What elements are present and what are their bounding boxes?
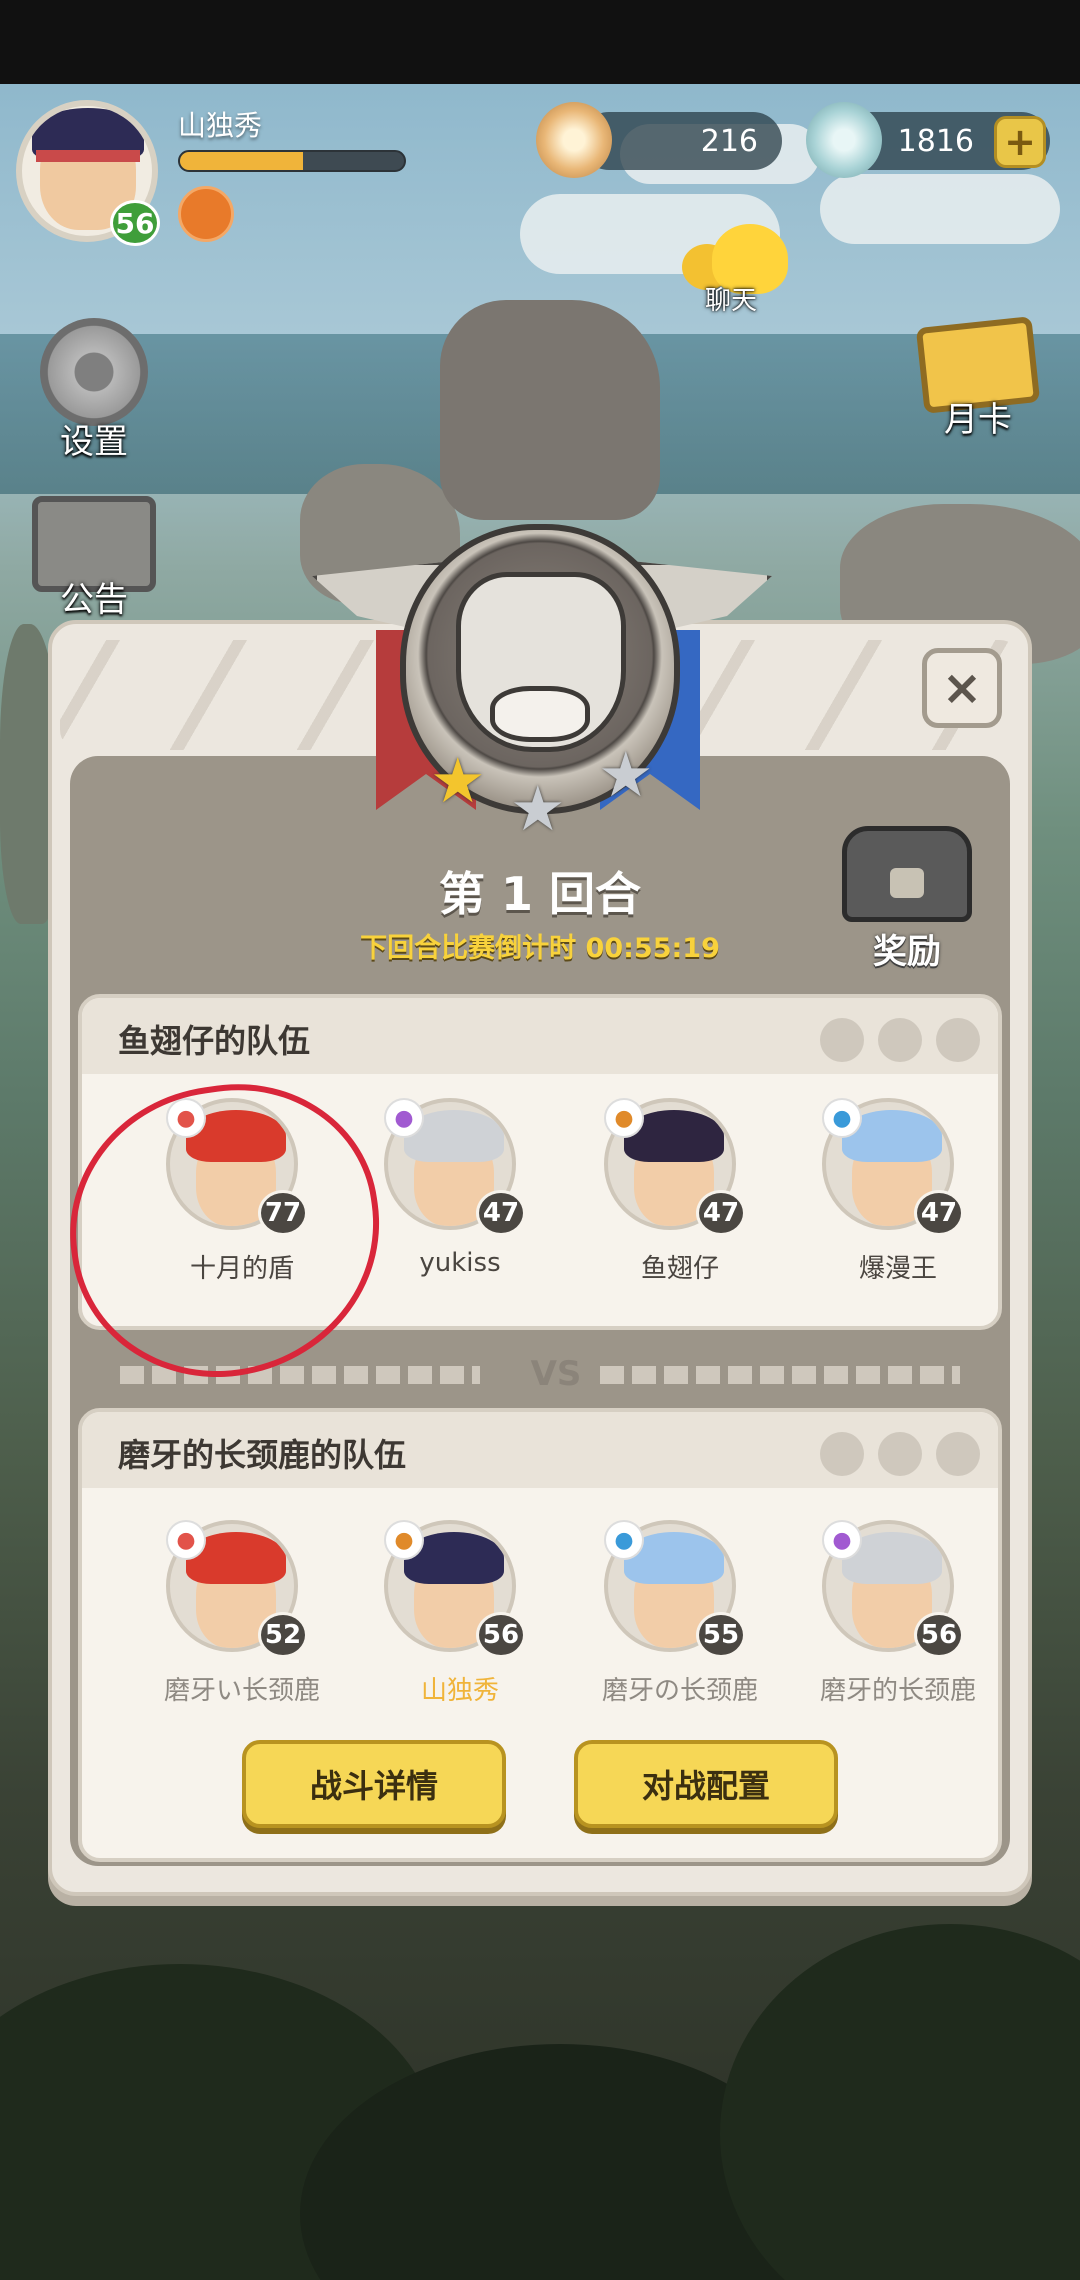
slot-dot [878, 1432, 922, 1476]
slot-dot [936, 1432, 980, 1476]
month-card-label[interactable]: 月卡 [920, 392, 1036, 441]
member-level: 47 [476, 1190, 526, 1236]
battle-details-button[interactable]: 战斗详情 [242, 1740, 506, 1828]
member-name: 爆漫王 [858, 1254, 937, 1284]
rank-icon[interactable] [178, 186, 234, 242]
stone-statue [440, 300, 660, 520]
team-member[interactable]: ● 56 磨牙的长颈鹿 [778, 1520, 978, 1720]
slot-dot [820, 1432, 864, 1476]
team-b-card: 磨牙的长颈鹿的队伍 ● 52 磨牙い长颈鹿 ● 56 山独秀 ● 55 磨牙の长颈鹿 ● 56 磨牙的… [78, 1408, 1002, 1862]
swirl-icon: ● [822, 1520, 862, 1560]
fire-icon: ● [166, 1520, 206, 1560]
status-bar [0, 0, 1080, 84]
reward-label[interactable]: 奖励 [852, 924, 962, 973]
add-gems-button[interactable]: + [994, 116, 1046, 168]
round-title: 第 1 回合 [438, 867, 642, 921]
slot-dot [878, 1018, 922, 1062]
gear-icon[interactable] [40, 318, 148, 426]
star-gold-icon: ★ [430, 744, 486, 817]
slot-dot [820, 1018, 864, 1062]
member-level: 56 [914, 1612, 964, 1658]
shell-icon [536, 102, 612, 178]
close-button[interactable]: × [922, 648, 1002, 728]
gem-icon [806, 102, 882, 178]
chest-lock [890, 868, 924, 898]
team-a-header: 鱼翅仔的队伍 [82, 998, 998, 1074]
team-b-header: 磨牙的长颈鹿的队伍 [82, 1412, 998, 1488]
player-name: 山独秀 [178, 109, 263, 142]
member-name: 山独秀 [420, 1676, 499, 1706]
team-member[interactable]: ● 55 磨牙の长颈鹿 [560, 1520, 760, 1720]
member-name: 磨牙的长颈鹿 [819, 1676, 976, 1706]
member-name: 磨牙い长颈鹿 [163, 1676, 320, 1706]
team-a-title: 鱼翅仔的队伍 [118, 1022, 311, 1060]
chat-label[interactable]: 聊天 [696, 280, 766, 317]
team-member[interactable]: ● 47 爆漫王 [778, 1098, 978, 1298]
player-level-badge: 56 [110, 200, 160, 246]
member-level: 52 [258, 1612, 308, 1658]
wave-icon: ● [604, 1520, 644, 1560]
slot-dot [936, 1018, 980, 1062]
battle-config-button[interactable]: 对战配置 [574, 1740, 838, 1828]
team-member[interactable]: ● 47 鱼翅仔 [560, 1098, 760, 1298]
xp-bar [178, 150, 406, 172]
swirl-icon: ● [384, 1098, 424, 1138]
trident-icon: ● [384, 1520, 424, 1560]
team-b-title: 磨牙的长颈鹿的队伍 [118, 1436, 407, 1474]
boar-snout [490, 686, 590, 742]
sword-icon: ● [604, 1098, 644, 1138]
team-member[interactable]: ● 56 山独秀 [340, 1520, 540, 1720]
star-silver-icon: ★ [510, 772, 566, 845]
shell-count: 216 [700, 123, 758, 159]
star-silver-icon: ★ [598, 738, 654, 811]
next-round-countdown: 下回合比赛倒计时 00:55:19 [360, 933, 720, 964]
member-level: 47 [914, 1190, 964, 1236]
member-level: 55 [696, 1612, 746, 1658]
member-name: 鱼翅仔 [640, 1254, 719, 1284]
team-member[interactable]: ● 52 磨牙い长颈鹿 [122, 1520, 322, 1720]
vs-label: VS [530, 1354, 582, 1394]
settings-label[interactable]: 设置 [40, 414, 148, 463]
blade-icon: ● [822, 1098, 862, 1138]
member-level: 56 [476, 1612, 526, 1658]
member-level: 47 [696, 1190, 746, 1236]
gem-count: 1816 [897, 123, 974, 159]
member-name: 磨牙の长颈鹿 [601, 1676, 758, 1706]
notice-label[interactable]: 公告 [40, 572, 148, 621]
